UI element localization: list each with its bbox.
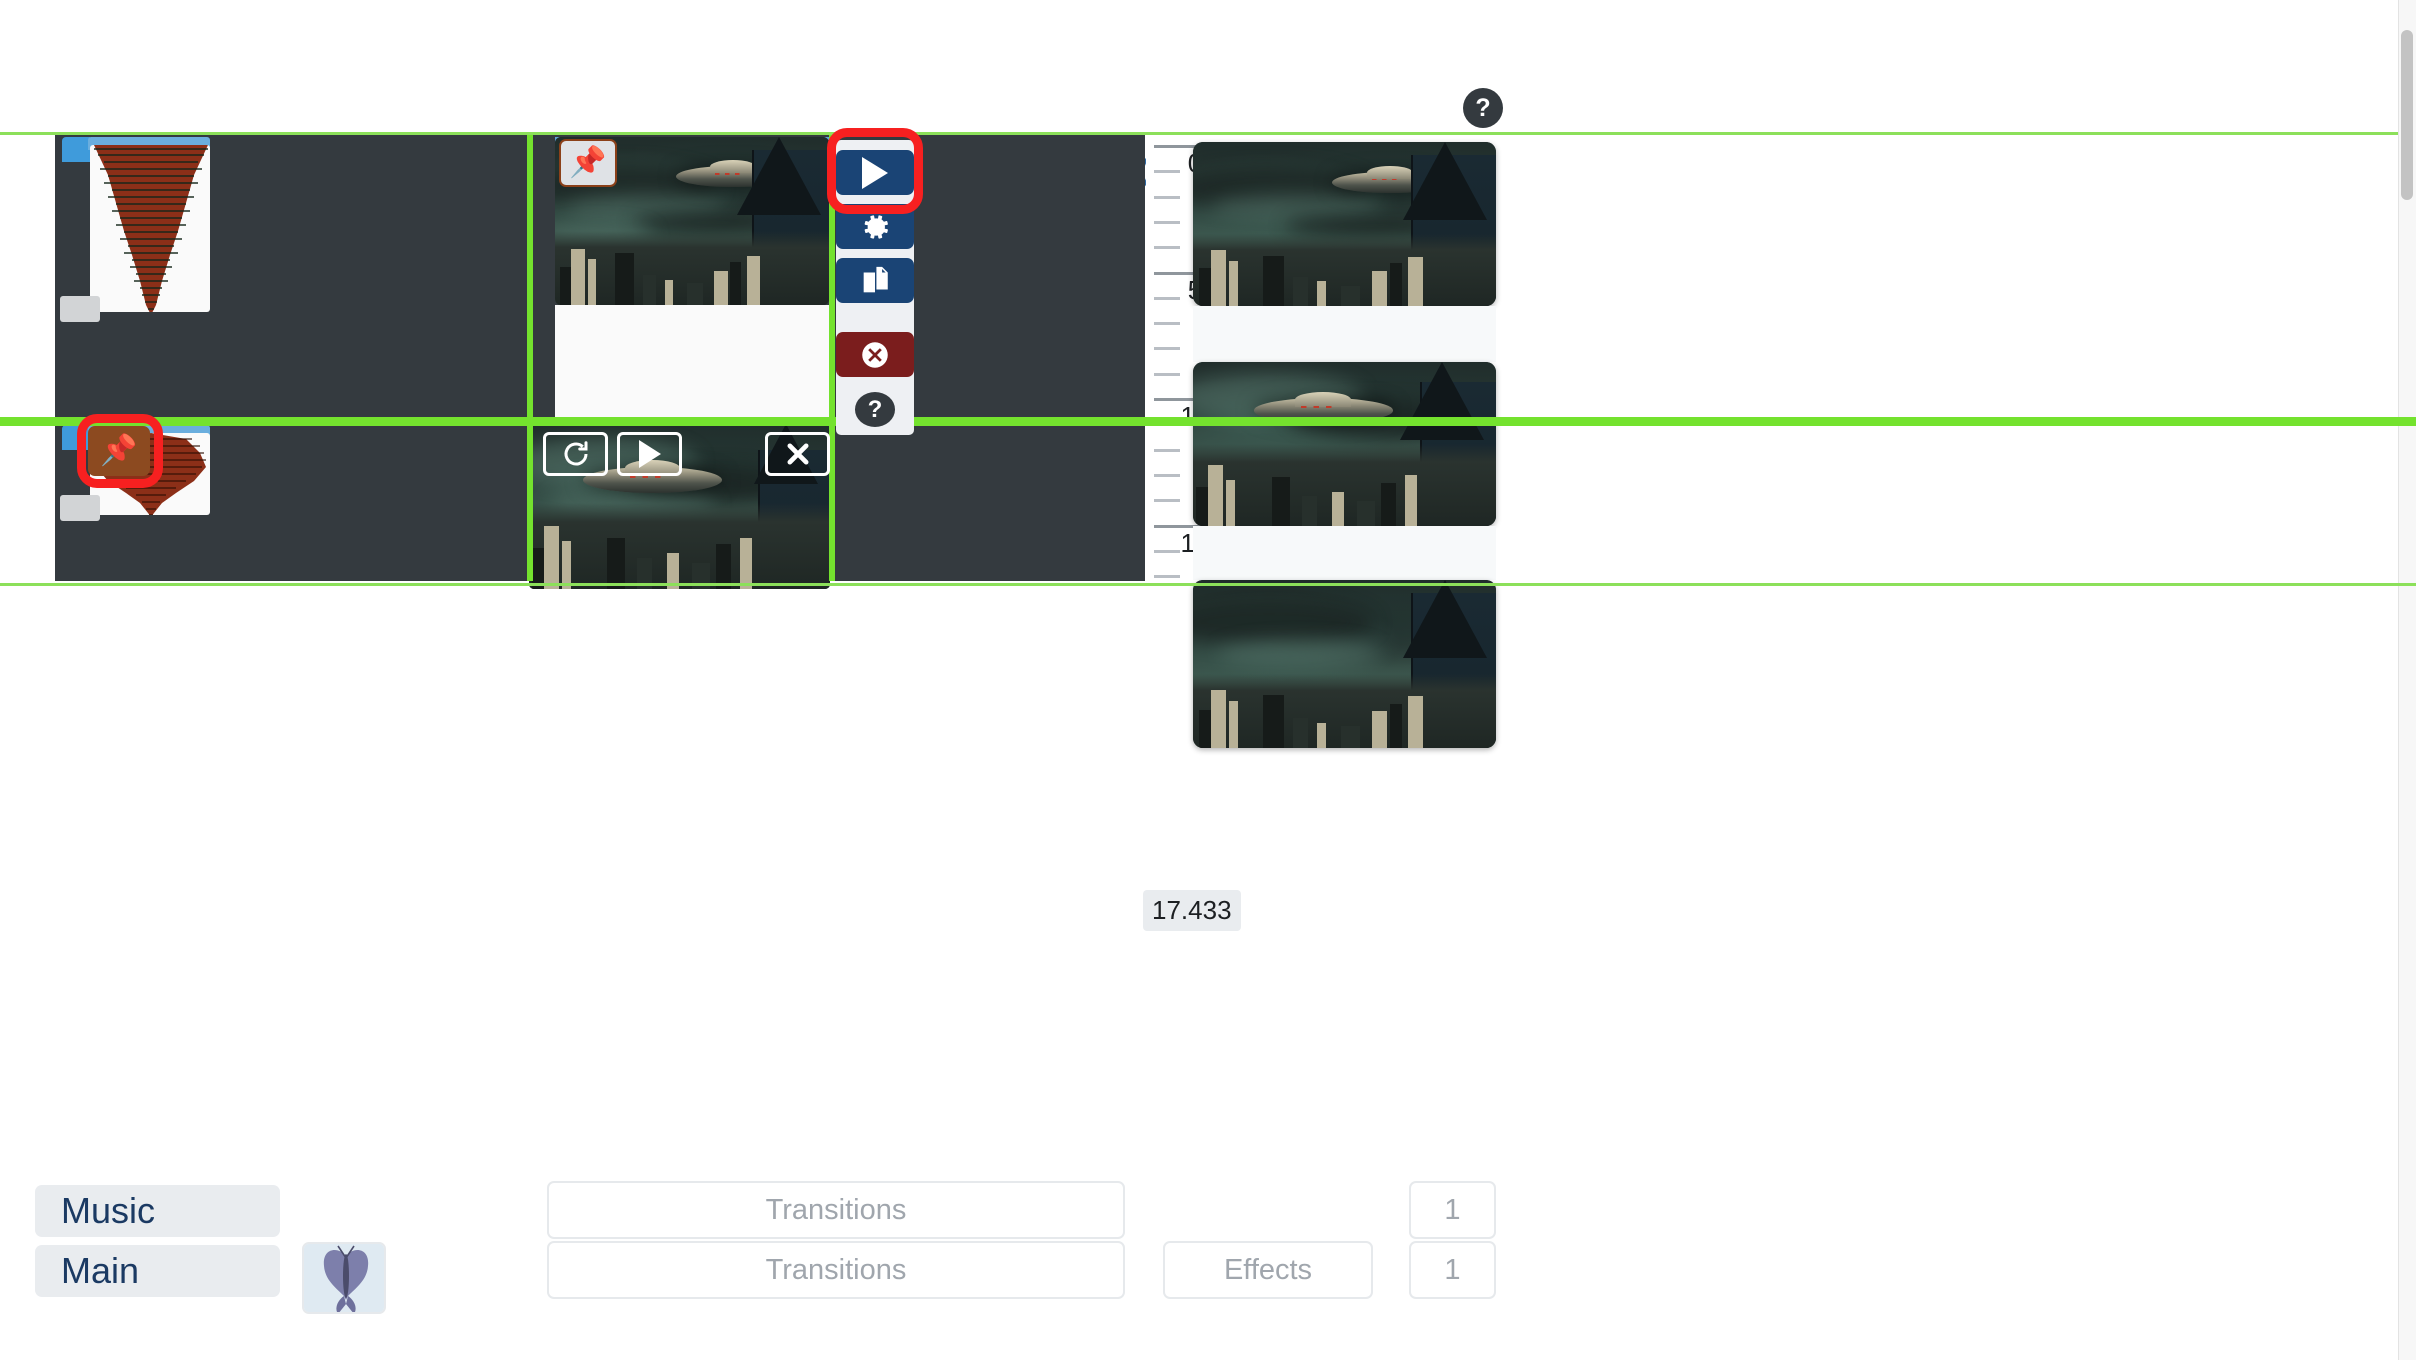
audio-waveform — [90, 145, 210, 312]
ruler-end-label: 17.433 — [1143, 890, 1241, 931]
clip-left-handle[interactable] — [62, 425, 90, 450]
preview-gap-2 — [1193, 526, 1496, 580]
preview-frame-1[interactable] — [1193, 142, 1496, 306]
ruler-tick-minor — [1154, 448, 1180, 452]
clip-close-button[interactable] — [765, 432, 830, 476]
main-effects-button[interactable]: Effects — [1163, 1241, 1373, 1299]
main-row-thumbnail[interactable] — [302, 1242, 386, 1314]
ruler-tick-minor — [1154, 322, 1180, 326]
pin-button-main-clip-1[interactable]: 📌 — [559, 139, 617, 187]
selection-border-right — [829, 135, 835, 581]
help-button[interactable]: ? — [1463, 88, 1503, 128]
ruler-tick-minor — [1154, 473, 1180, 477]
pin-icon: 📌 — [569, 146, 607, 179]
butterfly-icon — [304, 1244, 384, 1312]
play-icon — [638, 440, 661, 468]
clip-left-handle[interactable] — [62, 137, 90, 162]
ruler-tick-minor — [1154, 549, 1180, 553]
music-clip-2-bottom-handle[interactable] — [60, 495, 100, 521]
ruler-tick-minor — [1154, 220, 1180, 224]
context-menu-play-button[interactable] — [836, 150, 914, 196]
ruler-tick-minor — [1154, 372, 1180, 376]
delete-icon — [862, 342, 888, 368]
context-menu-settings-button[interactable] — [836, 204, 914, 250]
preview-frame-3[interactable] — [1193, 580, 1496, 748]
ruler-tick-minor — [1154, 296, 1180, 300]
refresh-icon — [564, 441, 587, 466]
ruler-tick-minor — [1154, 347, 1180, 351]
main-transitions-button[interactable]: Transitions — [547, 1241, 1125, 1299]
ruler-tick-minor — [1154, 195, 1180, 199]
selection-border-left — [527, 135, 533, 581]
clip-context-menu[interactable]: ? — [836, 140, 914, 435]
clip-refresh-button[interactable] — [543, 432, 608, 476]
music-clip-1[interactable] — [62, 137, 210, 312]
scrollbar-thumb[interactable] — [2401, 30, 2413, 200]
context-menu-delete-button[interactable] — [836, 332, 914, 378]
music-transitions-button[interactable]: Transitions — [547, 1181, 1125, 1239]
page-scrollbar[interactable] — [2398, 0, 2416, 1360]
pin-icon: 📌 — [100, 434, 138, 467]
ruler-tick-minor — [1154, 246, 1180, 250]
context-menu-duplicate-button[interactable] — [836, 258, 914, 304]
preview-frame-2[interactable] — [1193, 362, 1496, 526]
ruler-tick-minor — [1154, 499, 1180, 503]
music-count-button[interactable]: 1 — [1409, 1181, 1496, 1239]
timeline-bottom-boundary — [0, 583, 2416, 586]
play-icon — [862, 156, 888, 189]
copy-icon — [863, 266, 888, 293]
context-menu-help-button[interactable]: ? — [855, 392, 895, 427]
preview-gap-1 — [1193, 306, 1496, 362]
music-clip-1-bottom-handle[interactable] — [60, 296, 100, 322]
clip-play-button[interactable] — [617, 432, 682, 476]
pin-button-music-clip-2[interactable]: 📌 — [88, 426, 150, 476]
close-icon — [787, 443, 808, 465]
ruler-tick-minor — [1154, 575, 1180, 579]
gear-icon — [864, 214, 888, 239]
playhead-line[interactable] — [0, 417, 2416, 426]
text-track-lane-2[interactable] — [835, 424, 1145, 581]
row-label-main[interactable]: Main — [35, 1245, 280, 1297]
main-count-button[interactable]: 1 — [1409, 1241, 1496, 1299]
ruler-tick-minor — [1154, 170, 1180, 174]
clip-body — [555, 305, 829, 422]
row-label-music[interactable]: Music — [35, 1185, 280, 1237]
